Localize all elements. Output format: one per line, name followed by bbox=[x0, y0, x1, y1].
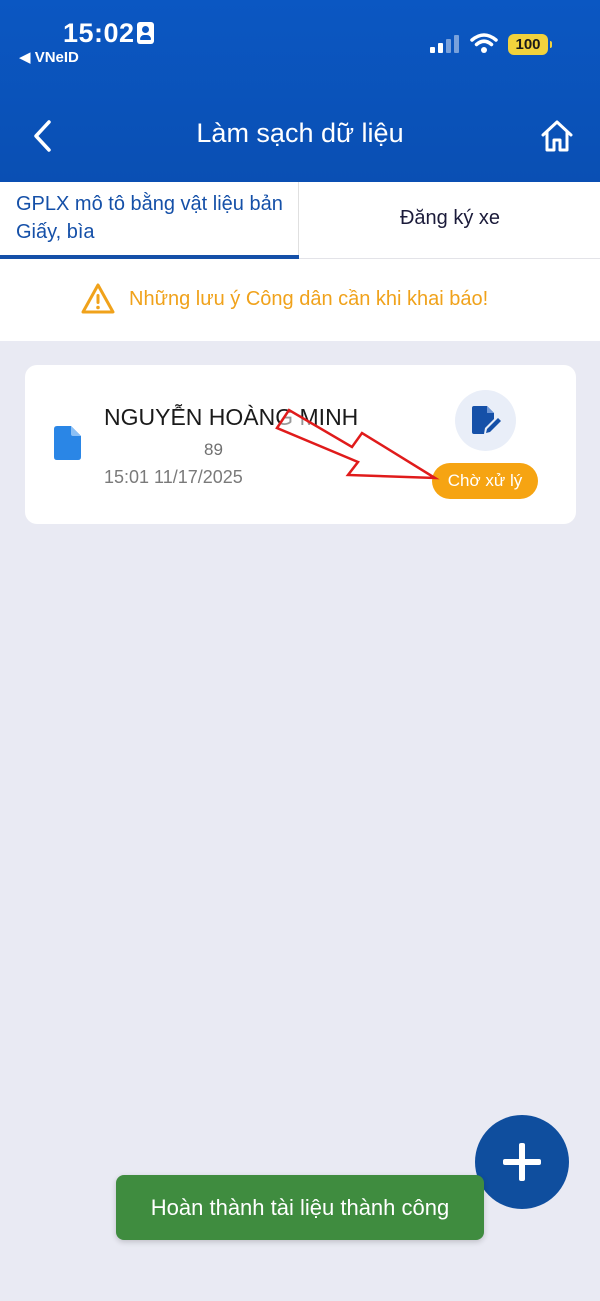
notice-text[interactable]: Những lưu ý Công dân cần khi khai báo! bbox=[129, 288, 488, 311]
app-header: 15:02 ◀ VNeID 100 Làm sạch dữ liệu bbox=[0, 0, 600, 182]
document-number: 89 bbox=[204, 440, 223, 459]
annotation-arrow bbox=[275, 408, 440, 480]
document-icon bbox=[54, 426, 81, 460]
add-document-button[interactable] bbox=[475, 1115, 569, 1209]
back-to-app-link[interactable]: ◀ VNeID bbox=[19, 48, 79, 66]
tab-bar: GPLX mô tô bằng vật liệu bản Giấy, bìa Đ… bbox=[0, 182, 600, 259]
plus-icon bbox=[519, 1143, 525, 1181]
tab-vehicle-registration[interactable]: Đăng ký xe bbox=[300, 182, 600, 259]
battery-indicator: 100 bbox=[508, 34, 552, 55]
edit-document-button[interactable] bbox=[455, 390, 516, 451]
tab-label: GPLX mô tô bằng vật liệu bản Giấy, bìa bbox=[16, 193, 283, 243]
success-toast: Hoàn thành tài liệu thành công bbox=[116, 1175, 484, 1240]
warning-icon bbox=[81, 283, 115, 314]
id-card-icon bbox=[137, 22, 154, 44]
page-title: Làm sạch dữ liệu bbox=[196, 118, 404, 148]
status-badge: Chờ xử lý bbox=[432, 463, 538, 499]
status-time: 15:02 bbox=[63, 18, 135, 48]
document-datetime: 15:01 11/17/2025 bbox=[104, 467, 243, 487]
tab-label: Đăng ký xe bbox=[399, 207, 501, 229]
tab-gplx-paper[interactable]: GPLX mô tô bằng vật liệu bản Giấy, bìa bbox=[0, 182, 299, 259]
wifi-icon bbox=[470, 33, 498, 53]
cellular-signal-icon bbox=[430, 35, 462, 53]
home-icon[interactable] bbox=[538, 117, 576, 155]
edit-document-icon bbox=[472, 406, 501, 434]
